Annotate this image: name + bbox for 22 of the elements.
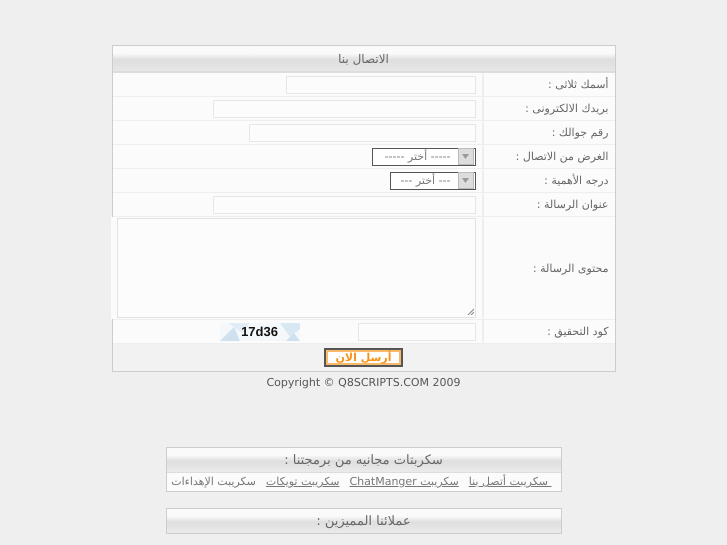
field-label: أسمك ثلاثى : — [482, 73, 614, 96]
script-link[interactable]: سكريبت تويكات — [266, 475, 340, 488]
caret-icon — [458, 148, 474, 165]
dropdown[interactable]: --- أختر --- — [390, 172, 476, 190]
captcha-code: 17d36 — [241, 324, 278, 339]
copyright-text: Copyright © Q8SCRIPTS.COM 2009 — [266, 376, 461, 389]
resize-grip-icon — [466, 308, 474, 315]
send-button[interactable]: أرسل الان — [324, 348, 404, 367]
script-label: سكريبت الإهداءات — [171, 475, 256, 488]
script-link[interactable]: سكريبت ChatManger — [350, 475, 459, 488]
field-label: الغرض من الاتصال : — [482, 145, 614, 168]
message-textarea[interactable] — [116, 218, 476, 318]
script-link[interactable]: سكريبت أتصل بنا — [468, 475, 552, 488]
field-label: كود التحقيق : — [482, 320, 614, 343]
field-label: رقم جوالك : — [482, 121, 614, 144]
field-label: عنوان الرسالة : — [482, 193, 614, 216]
field-label: بريدك الالكترونى : — [482, 97, 614, 120]
dropdown[interactable]: ----- أختر ----- — [372, 148, 476, 166]
field-label: محتوى الرسالة : — [482, 217, 614, 319]
caret-icon — [458, 172, 474, 189]
field-label: درجه الأهمية : — [482, 169, 614, 192]
form-title: الاتصال بنا — [112, 46, 614, 73]
